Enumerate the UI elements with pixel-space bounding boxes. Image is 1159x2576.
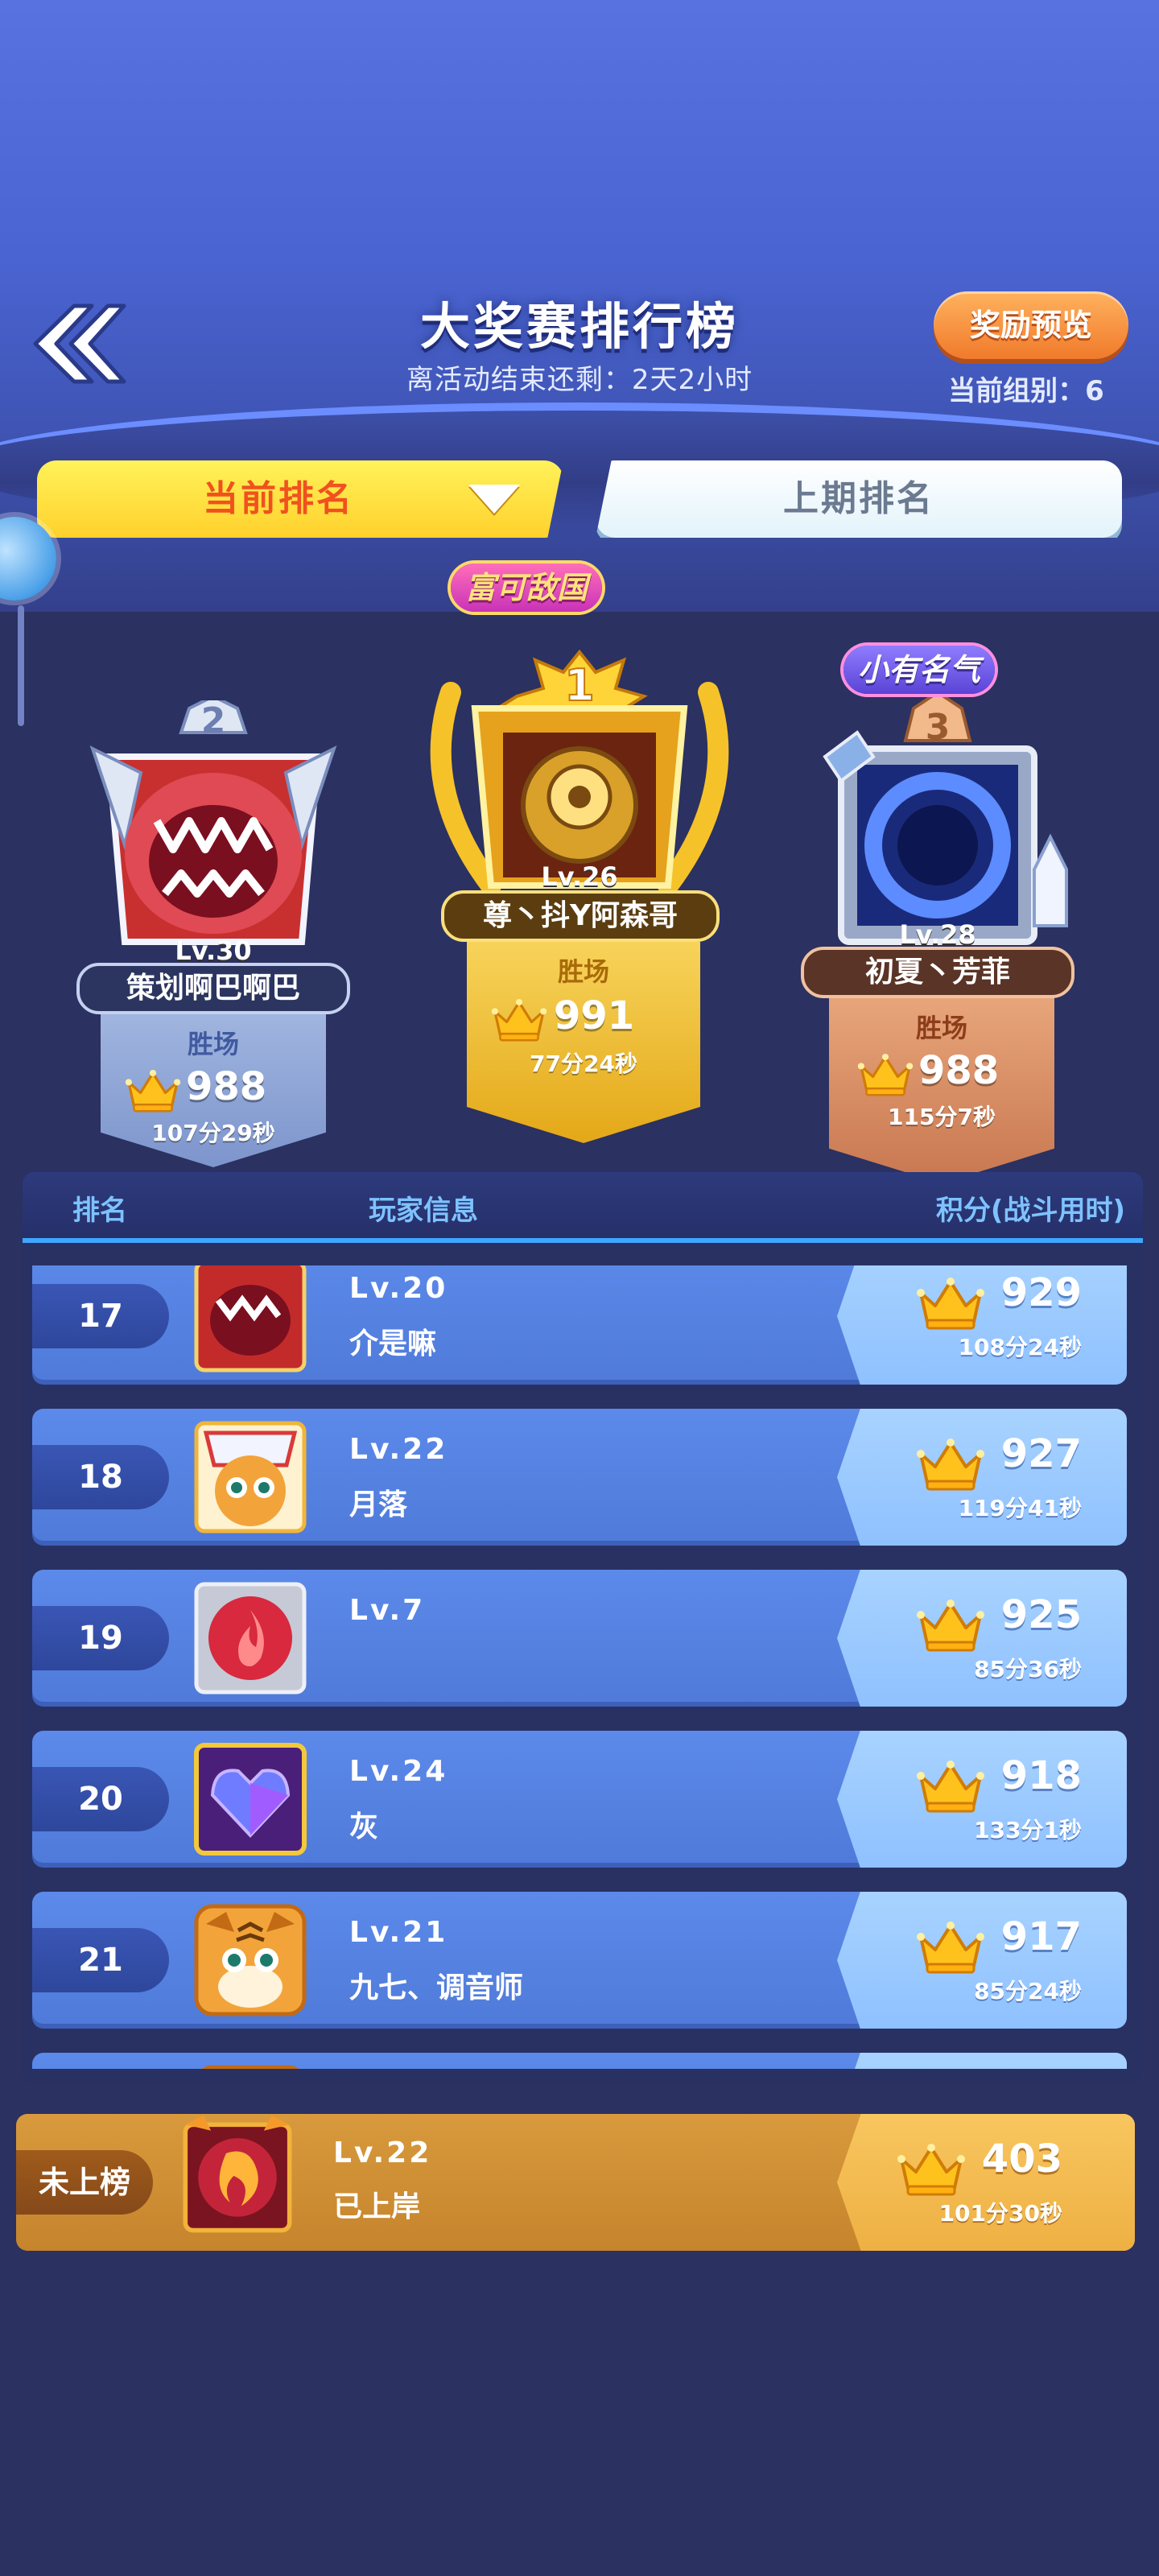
podium-third-name: 初夏丶芳菲 [801, 947, 1074, 998]
player-level: Lv.20 [349, 1272, 448, 1305]
phoenix-avatar-icon [183, 2116, 292, 2233]
podium-third-level: Lv.28 [899, 919, 976, 950]
tab-current-label: 当前排名 [203, 478, 354, 519]
player-score: 925 [1000, 1592, 1082, 1637]
my-level: Lv.22 [333, 2136, 432, 2169]
crown-icon [916, 1919, 985, 1975]
ranking-list[interactable]: 17 Lv.20 介是嘛 929 108分24秒 18 Lv.22 月落 927 119分41秒 1… [32, 1265, 1127, 2069]
player-time: 85分24秒 [974, 1978, 1082, 2004]
podium-third-score: 988 [918, 1048, 1000, 1093]
tiger-avatar-icon [194, 1904, 307, 2017]
player-time: 108分24秒 [958, 1334, 1082, 1360]
player-name: 灰 [349, 1810, 379, 1843]
title-badge-fame: 小有名气 [843, 646, 996, 694]
column-score: 积分(战斗用时) [935, 1195, 1125, 1227]
column-rank: 排名 [72, 1195, 127, 1227]
player-name: 月落 [349, 1488, 408, 1521]
tab-current-ranking[interactable]: 当前排名 [37, 460, 563, 538]
podium-first[interactable]: 1 Lv.26 尊丶抖Y阿森哥 胜场 991 77分24秒 [402, 531, 757, 1143]
player-name: 介是嘛 [349, 1327, 437, 1360]
podium-second-name: 策划啊巴啊巴 [76, 963, 350, 1014]
player-level: Lv.7 [349, 1594, 426, 1627]
crown-icon [916, 1758, 985, 1814]
player-score: 929 [1000, 1270, 1082, 1315]
rank-3-numeral: 3 [926, 707, 951, 748]
podium-second[interactable]: 2 Lv.30 策划啊巴啊巴 胜场 988 107分29秒 [76, 700, 350, 1167]
rank-number: 18 [32, 1445, 169, 1509]
tiger-helmet-avatar-icon [194, 1421, 307, 1534]
crown-icon [491, 997, 547, 1043]
podium-first-label: 胜场 [557, 956, 609, 987]
score-band [837, 2114, 1135, 2251]
rank-2-numeral: 2 [201, 700, 226, 741]
crown-icon [897, 2141, 966, 2198]
crown-icon [857, 1051, 914, 1098]
reward-preview-button[interactable]: 奖励预览 [934, 291, 1128, 359]
player-level: Lv.21 [349, 1916, 448, 1949]
player-level: Lv.22 [349, 1433, 448, 1466]
crown-icon [125, 1067, 181, 1114]
podium-third-label: 胜场 [915, 1013, 967, 1043]
player-level: Lv.24 [349, 1755, 448, 1788]
tiger-avatar-icon [201, 2065, 299, 2069]
current-group-label: 当前组别：6 [948, 375, 1104, 407]
my-score: 403 [981, 2136, 1062, 2182]
podium-third[interactable]: 3 Lv.28 初夏丶芳菲 胜场 988 115分7秒 [793, 636, 1083, 1183]
rank-number: 21 [32, 1928, 169, 1992]
player-score: 918 [1000, 1753, 1082, 1798]
crown-icon [916, 1597, 985, 1653]
player-time: 85分36秒 [974, 1656, 1082, 1682]
ranking-list-header: 排名 玩家信息 积分(战斗用时) [23, 1172, 1143, 1243]
column-player: 玩家信息 [369, 1195, 478, 1227]
red-monster-avatar-icon [194, 1265, 307, 1373]
crown-icon [916, 1436, 985, 1492]
my-name: 已上岸 [333, 2190, 421, 2223]
player-name: 九七、调音师 [349, 1971, 524, 2004]
score-band [837, 2053, 1127, 2069]
table-row[interactable]: 20 Lv.24 灰 918 133分1秒 [32, 1731, 1127, 1868]
table-row[interactable]: 18 Lv.22 月落 927 119分41秒 [32, 1409, 1127, 1546]
my-ranking-row[interactable]: 未上榜 Lv.22 已上岸 403 101分30秒 [16, 2114, 1135, 2251]
table-row[interactable]: 17 Lv.20 介是嘛 929 108分24秒 [32, 1265, 1127, 1385]
player-score: 927 [1000, 1431, 1082, 1476]
table-row[interactable]: 19 Lv.7 925 85分36秒 [32, 1570, 1127, 1707]
tab-previous-ranking[interactable]: 上期排名 [596, 460, 1122, 538]
crown-icon [916, 1275, 985, 1331]
table-row[interactable] [32, 2053, 1127, 2069]
crystal-heart-avatar-icon [194, 1743, 307, 1856]
podium-first-score: 991 [554, 993, 635, 1038]
player-time: 119分41秒 [958, 1495, 1082, 1521]
rank-number: 20 [32, 1767, 169, 1831]
my-time: 101分30秒 [938, 2200, 1062, 2227]
side-scroll-indicator [18, 605, 24, 726]
podium-second-score: 988 [186, 1064, 267, 1109]
dropdown-triangle-icon [468, 485, 520, 514]
table-row[interactable]: 21 Lv.21 九七、调音师 917 85分24秒 [32, 1892, 1127, 2029]
podium-second-level: Lv.30 [175, 935, 252, 966]
rank-number: 19 [32, 1606, 169, 1670]
podium-first-level: Lv.26 [541, 861, 618, 892]
rank-number: 17 [32, 1284, 169, 1348]
podium-first-name: 尊丶抖Y阿森哥 [441, 890, 720, 942]
podium-second-time: 107分29秒 [151, 1120, 275, 1146]
player-score: 917 [1000, 1914, 1082, 1959]
leaderboard-screen: 大奖赛排行榜 离活动结束还剩：2天2小时 奖励预览 当前组别：6 当前排名 上期… [0, 0, 1159, 2576]
podium-third-time: 115分7秒 [888, 1104, 996, 1130]
player-time: 133分1秒 [974, 1817, 1082, 1843]
silver-monster-avatar-icon: 2 [89, 700, 337, 945]
my-rank-label: 未上榜 [16, 2150, 153, 2215]
podium-first-time: 77分24秒 [530, 1051, 637, 1077]
title-badge-rich: 富可敌国 [451, 564, 603, 612]
fire-orb-avatar-icon [194, 1582, 307, 1695]
rank-1-numeral: 1 [564, 660, 595, 711]
podium-second-label: 胜场 [187, 1029, 239, 1059]
